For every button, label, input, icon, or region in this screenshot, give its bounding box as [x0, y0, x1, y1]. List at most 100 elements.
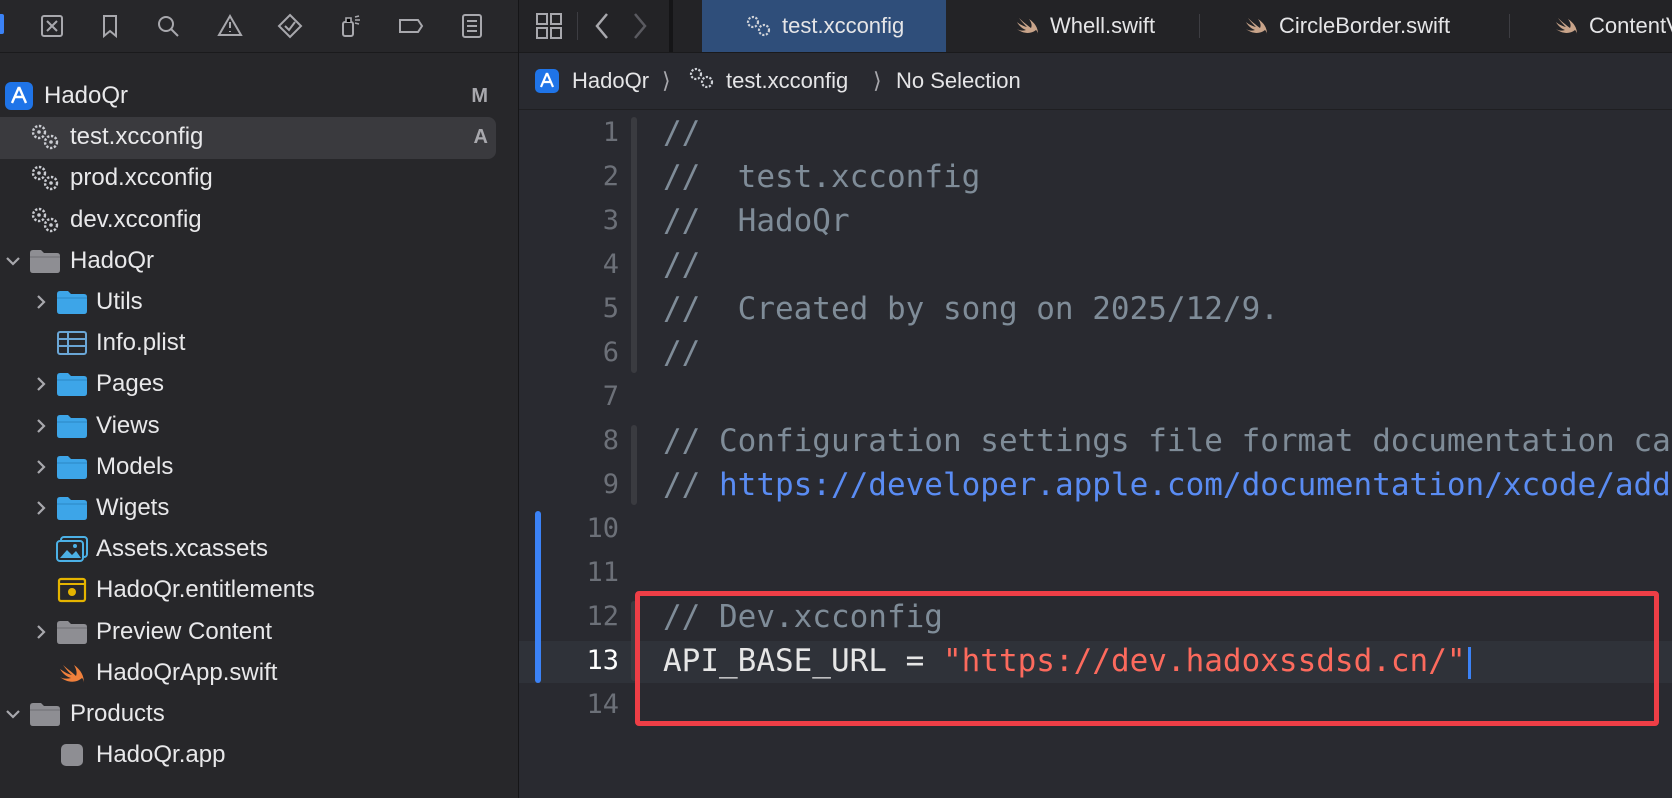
- tree-row[interactable]: Views: [0, 405, 518, 447]
- tab-whell-swift[interactable]: Whell.swift: [1012, 0, 1155, 52]
- tab-label: test.xcconfig: [782, 13, 905, 38]
- jump-bar: HadoQr ⟩ test.xcconfig ⟩ No Selection: [519, 53, 1672, 110]
- back-chevron-icon[interactable]: [587, 10, 619, 42]
- code-line[interactable]: //: [663, 115, 700, 151]
- tree-row-label: Pages: [96, 370, 165, 398]
- tree-row-label: dev.xcconfig: [70, 205, 202, 233]
- tree-row-label: Products: [70, 700, 165, 727]
- tree-row[interactable]: Wigets: [0, 487, 518, 529]
- test-diamond-icon[interactable]: [274, 10, 306, 42]
- issue-warning-icon[interactable]: [214, 10, 246, 42]
- report-list-icon[interactable]: [456, 10, 488, 42]
- tab-label: ContentView.swift: [1589, 13, 1672, 38]
- tab-toolbar-divider: [577, 12, 578, 40]
- tree-row-label: HadoQr: [44, 82, 129, 109]
- bookmark-icon[interactable]: [94, 10, 126, 42]
- chevron-right-icon[interactable]: [32, 458, 50, 476]
- jumpbar-separator: ⟩: [873, 68, 882, 93]
- tab-circleborder-swift[interactable]: CircleBorder.swift: [1241, 0, 1450, 52]
- code-fold-ribbon[interactable]: [631, 425, 637, 505]
- swift-icon: [1551, 13, 1581, 39]
- code-fold-ribbon[interactable]: [631, 117, 637, 373]
- code-line[interactable]: // test.xcconfig: [663, 159, 980, 195]
- chevron-right-icon[interactable]: [32, 417, 50, 435]
- line-number: 7: [602, 381, 619, 412]
- swift-icon: [55, 658, 89, 688]
- tree-row[interactable]: Utils: [0, 281, 518, 323]
- tree-row-label: HadoQrApp.swift: [96, 658, 278, 686]
- line-number: 13: [586, 645, 619, 676]
- code-comment: //: [663, 115, 701, 151]
- jumpbar-project[interactable]: HadoQr: [572, 68, 649, 94]
- debug-spray-icon[interactable]: [334, 10, 366, 42]
- source-editor-area: test.xcconfig Whell.swift CircleBorder.s…: [519, 0, 1672, 798]
- jumpbar-file[interactable]: test.xcconfig: [726, 68, 848, 94]
- line-number: 2: [602, 161, 619, 192]
- tree-row[interactable]: HadoQr.app: [0, 734, 518, 776]
- code-comment: //: [663, 335, 701, 371]
- code-line[interactable]: // HadoQr: [663, 203, 850, 239]
- scm-status-badge: A: [473, 125, 488, 148]
- jumpbar-selection[interactable]: No Selection: [896, 68, 1021, 94]
- tab-separator: [1509, 14, 1510, 38]
- tree-row[interactable]: test.xcconfig A: [0, 116, 518, 160]
- chevron-right-icon[interactable]: [32, 375, 50, 393]
- code-comment: // Created by song on 2025/12/9.: [663, 291, 1279, 327]
- tree-row[interactable]: Assets.xcassets: [0, 528, 518, 570]
- line-number: 14: [586, 689, 619, 720]
- tree-row[interactable]: prod.xcconfig: [0, 157, 518, 199]
- scm-status-badge: M: [471, 84, 488, 107]
- blue-folder-icon: [55, 452, 89, 482]
- tree-row[interactable]: HadoQr.entitlements: [0, 569, 518, 611]
- code-line[interactable]: //: [663, 247, 700, 283]
- line-number: 3: [602, 205, 619, 236]
- code-link[interactable]: https://developer.apple.com/documentatio…: [719, 467, 1672, 503]
- line-number: 4: [602, 249, 619, 280]
- line-number: 6: [602, 337, 619, 368]
- blue-folder-icon: [55, 369, 89, 399]
- grid-related-items-icon[interactable]: [533, 10, 565, 42]
- swift-icon: [1241, 13, 1271, 39]
- search-icon[interactable]: [152, 10, 184, 42]
- tree-row[interactable]: Models: [0, 446, 518, 488]
- tab-label: Whell.swift: [1050, 13, 1156, 38]
- code-comment: //: [663, 247, 701, 283]
- tree-row[interactable]: HadoQr M: [0, 75, 518, 117]
- chevron-right-icon[interactable]: [32, 499, 50, 517]
- tree-row[interactable]: Preview Content: [0, 611, 518, 653]
- line-number: 8: [602, 425, 619, 456]
- chevron-down-icon[interactable]: [4, 252, 22, 270]
- tab-separator: [1199, 14, 1200, 38]
- entitlements-icon: [55, 575, 89, 605]
- tree-row[interactable]: Info.plist: [0, 322, 518, 364]
- line-number: 5: [602, 293, 619, 324]
- gray-folder-icon: [55, 617, 89, 647]
- code-comment: // test.xcconfig: [663, 159, 981, 195]
- gray-folder-icon: [28, 699, 62, 729]
- chevron-right-icon[interactable]: [32, 293, 50, 311]
- code-line[interactable]: // https://developer.apple.com/documenta…: [663, 467, 1672, 503]
- gears-icon: [28, 205, 62, 235]
- tab-contentview-swift[interactable]: ContentView.swift: [1551, 0, 1672, 52]
- xcode-project-icon: [2, 81, 36, 111]
- tree-row[interactable]: dev.xcconfig: [0, 199, 518, 241]
- source-control-icon[interactable]: [36, 10, 68, 42]
- code-line[interactable]: // Created by song on 2025/12/9.: [663, 291, 1279, 327]
- tree-row-label: Utils: [96, 288, 143, 315]
- xcode-project-icon: [534, 68, 560, 94]
- code-line[interactable]: // Configuration settings file format do…: [663, 423, 1672, 459]
- jumpbar-separator: ⟩: [662, 68, 671, 93]
- code-line[interactable]: //: [663, 335, 700, 371]
- chevron-right-icon[interactable]: [32, 623, 50, 641]
- gears-icon: [744, 13, 774, 39]
- gears-icon: [687, 65, 717, 95]
- chevron-down-icon[interactable]: [4, 705, 22, 723]
- tree-row[interactable]: Pages: [0, 363, 518, 405]
- tree-row[interactable]: HadoQr: [0, 240, 518, 282]
- editor-tab-bar: test.xcconfig Whell.swift CircleBorder.s…: [519, 0, 1672, 53]
- breakpoint-tag-icon[interactable]: [395, 10, 427, 42]
- tab-test-xcconfig[interactable]: test.xcconfig: [702, 0, 946, 52]
- forward-chevron-icon[interactable]: [623, 10, 655, 42]
- tree-row[interactable]: Products: [0, 693, 518, 735]
- tree-row[interactable]: HadoQrApp.swift: [0, 652, 518, 694]
